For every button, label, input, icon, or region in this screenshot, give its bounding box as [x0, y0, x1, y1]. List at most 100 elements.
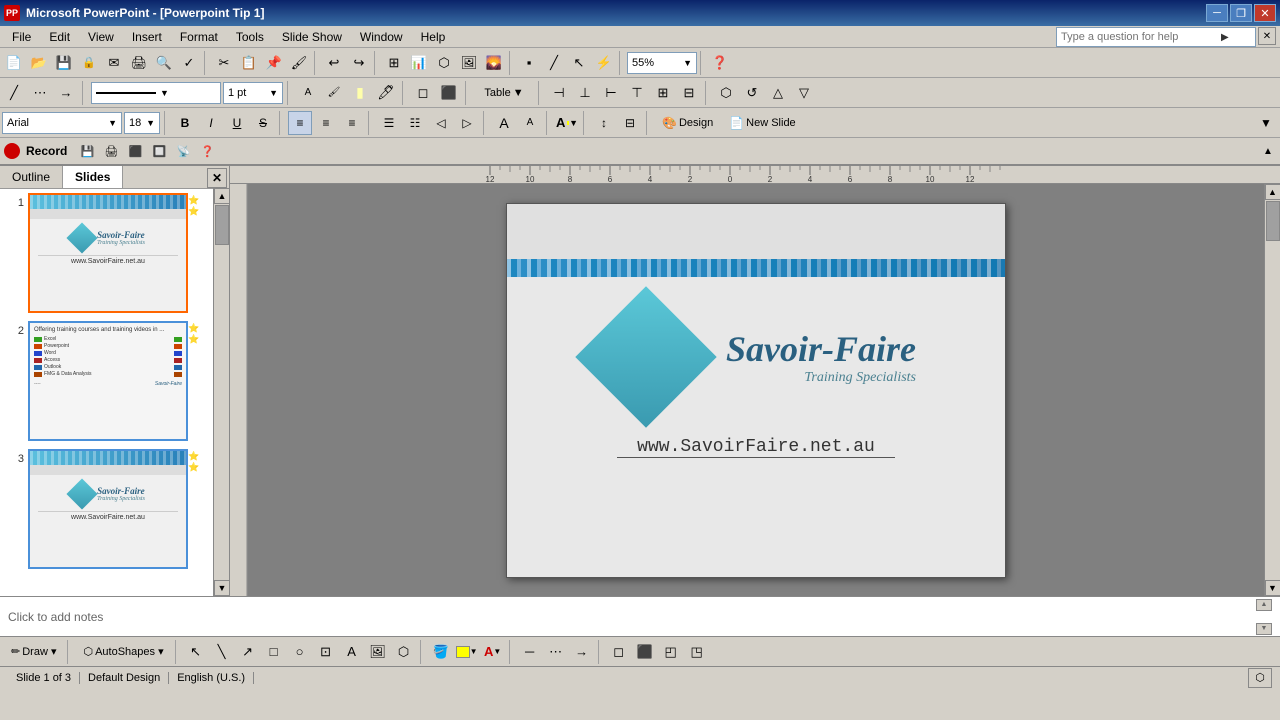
bullets-button[interactable]: ☰	[377, 111, 401, 135]
align-right-tb[interactable]: ⊢	[599, 81, 623, 105]
notes-scroll-up[interactable]: ▲	[1256, 599, 1272, 611]
fill-color-tb[interactable]: ▮	[348, 81, 372, 105]
record-broadcast-btn[interactable]: 📡	[173, 141, 193, 161]
clipart-draw-btn[interactable]: 🖼	[366, 640, 390, 664]
preview-button[interactable]: 🔍	[152, 51, 176, 75]
new-slide-button[interactable]: 📄 New Slide	[722, 111, 802, 135]
send-back-btn[interactable]: ◳	[685, 640, 709, 664]
tab-slides[interactable]: Slides	[63, 166, 123, 188]
help-search-box[interactable]: ▶	[1056, 27, 1256, 47]
panel-scroll-down[interactable]: ▼	[214, 580, 230, 596]
status-right-button[interactable]: ⬡	[1248, 668, 1272, 688]
menu-close-button[interactable]: ✕	[1258, 27, 1276, 45]
help-input[interactable]	[1061, 31, 1221, 43]
line-style-draw-btn[interactable]: ─	[518, 640, 542, 664]
font-color-dropdown[interactable]: ▼	[569, 118, 578, 128]
notes-scrollbar[interactable]: ▲ ▼	[1256, 599, 1272, 635]
fill-color-button[interactable]: ▪	[517, 51, 541, 75]
draw-color-tb[interactable]: 🖊	[374, 81, 398, 105]
format-painter[interactable]: 🖌	[287, 51, 311, 75]
record-help-btn[interactable]: ❓	[197, 141, 217, 161]
record-screen-btn[interactable]: 🔲	[149, 141, 169, 161]
slide-thumb-2[interactable]: Offering training courses and training v…	[28, 321, 188, 441]
oval-draw-btn[interactable]: ○	[288, 640, 312, 664]
cut-button[interactable]: ✂	[212, 51, 236, 75]
font-color-draw-btn[interactable]: A ▼	[481, 640, 505, 664]
3d-btn[interactable]: ⬛	[437, 81, 461, 105]
pt-size-selector[interactable]: 1 pt ▼	[223, 82, 283, 104]
align-left-tb[interactable]: ⊣	[547, 81, 571, 105]
arrow-style-draw-btn[interactable]: →	[570, 640, 594, 664]
redo-button[interactable]: ↪	[347, 51, 371, 75]
select-draw-btn[interactable]: ↖	[184, 640, 208, 664]
right-scroll-up[interactable]: ▲	[1265, 184, 1280, 200]
shadow-draw-btn[interactable]: ◻	[607, 640, 631, 664]
arrow-draw-btn[interactable]: ↗	[236, 640, 260, 664]
record-label[interactable]: Record	[26, 144, 67, 158]
menu-tools[interactable]: Tools	[228, 28, 272, 46]
nudge-down-btn[interactable]: ▽	[792, 81, 816, 105]
right-scroll-thumb[interactable]	[1266, 201, 1280, 241]
insert-org-button[interactable]: ⬡	[432, 51, 456, 75]
tab-outline[interactable]: Outline	[0, 166, 63, 188]
inc-indent-button[interactable]: ▷	[455, 111, 479, 135]
highlight-color-tb[interactable]: 🖌	[322, 81, 346, 105]
menu-insert[interactable]: Insert	[124, 28, 170, 46]
slides-list[interactable]: 1 Savoir-Faire Training Specialists www.…	[0, 189, 229, 596]
menu-slideshow[interactable]: Slide Show	[274, 28, 350, 46]
line-style-selector[interactable]: ▼	[91, 82, 221, 104]
insert-table-button[interactable]: ⊞	[382, 51, 406, 75]
panel-scroll-up[interactable]: ▲	[214, 188, 230, 204]
select-button[interactable]: ↖	[567, 51, 591, 75]
panel-close-button[interactable]: ✕	[207, 168, 227, 188]
nudge-up-btn[interactable]: △	[766, 81, 790, 105]
slide-item-2[interactable]: 2 Offering training courses and training…	[4, 321, 225, 441]
line-color-button[interactable]: ╱	[542, 51, 566, 75]
print-button[interactable]: 🖨	[127, 51, 151, 75]
panel-scroll-thumb[interactable]	[215, 205, 229, 245]
slide-canvas[interactable]: Savoir-Faire Training Specialists www.Sa…	[506, 203, 1006, 578]
fill-effects-btn[interactable]: 🪣	[429, 640, 453, 664]
strikethrough-button[interactable]: S	[251, 111, 275, 135]
line-spacing-button[interactable]: ↕	[592, 111, 616, 135]
orgchart-draw-btn[interactable]: ⬡	[392, 640, 416, 664]
numbering-fmt[interactable]: ⊟	[618, 111, 642, 135]
menu-help[interactable]: Help	[413, 28, 454, 46]
format-bar-expand[interactable]: ▼	[1254, 111, 1278, 135]
insert-chart-button[interactable]: 📊	[407, 51, 431, 75]
zoom-selector[interactable]: 55% ▼	[627, 52, 697, 74]
help-button[interactable]: ❓	[708, 51, 732, 75]
group-btn[interactable]: ⬡	[714, 81, 738, 105]
line-draw-btn[interactable]: ╲	[210, 640, 234, 664]
copy-button[interactable]: 📋	[237, 51, 261, 75]
animation-button[interactable]: ⚡	[592, 51, 616, 75]
slide-item-3[interactable]: 3 Savoir-Faire Training Specialists www.…	[4, 449, 225, 569]
slide-item-1[interactable]: 1 Savoir-Faire Training Specialists www.…	[4, 193, 225, 313]
open-button[interactable]: 📂	[27, 51, 51, 75]
record-layout-btn[interactable]: ⬛	[125, 141, 145, 161]
font-color-draw-dropdown[interactable]: ▼	[493, 647, 501, 656]
slide-thumb-1[interactable]: Savoir-Faire Training Specialists www.Sa…	[28, 193, 188, 313]
new-button[interactable]: 📄	[2, 51, 26, 75]
font-size-increase[interactable]: A	[492, 111, 516, 135]
autoshapes-button[interactable]: ⬡ AutoShapes ▾	[76, 640, 170, 664]
textbox-draw-btn[interactable]: ⊡	[314, 640, 338, 664]
restore-button[interactable]: ❐	[1230, 4, 1252, 22]
minimize-button[interactable]: ─	[1206, 4, 1228, 22]
bring-front-btn[interactable]: ◰	[659, 640, 683, 664]
font-size-selector[interactable]: 18 ▼	[124, 112, 160, 134]
rect-draw-btn[interactable]: □	[262, 640, 286, 664]
menu-format[interactable]: Format	[172, 28, 226, 46]
slide-thumb-3[interactable]: Savoir-Faire Training Specialists www.Sa…	[28, 449, 188, 569]
dash-style-btn[interactable]: ⋯	[28, 81, 52, 105]
dec-indent-button[interactable]: ◁	[429, 111, 453, 135]
notes-area[interactable]: Click to add notes ▲ ▼	[0, 596, 1280, 636]
fill-color-draw-btn[interactable]: ▼	[455, 640, 479, 664]
menu-window[interactable]: Window	[352, 28, 411, 46]
dash-draw-btn[interactable]: ⋯	[544, 640, 568, 664]
paste-button[interactable]: 📌	[262, 51, 286, 75]
italic-button[interactable]: I	[199, 111, 223, 135]
align-left-button[interactable]: ≡	[288, 111, 312, 135]
slide-canvas-area[interactable]: Savoir-Faire Training Specialists www.Sa…	[248, 184, 1264, 596]
record-bar-close[interactable]: ▲	[1260, 143, 1276, 159]
